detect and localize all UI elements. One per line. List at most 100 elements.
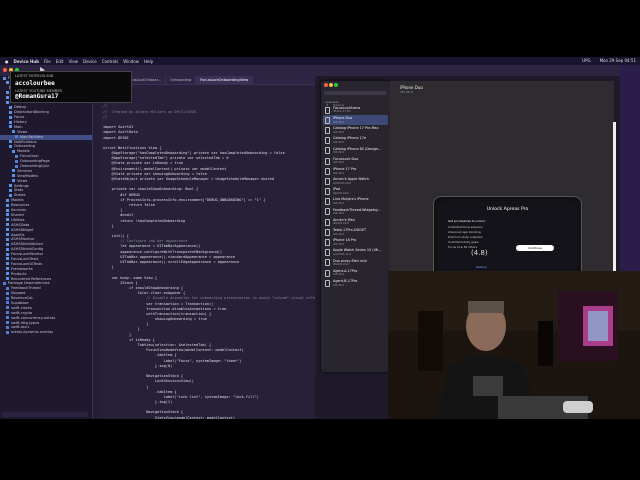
device-os: iOS 26.0 <box>333 202 345 206</box>
menu-help[interactable]: Help <box>144 59 153 64</box>
device-icon <box>325 177 330 185</box>
code-line[interactable]: // Disable animation for onboarding pres… <box>103 296 315 301</box>
navigator-item[interactable]: xctest-dynamic-overlay <box>0 330 92 335</box>
device-panel-zoom-button[interactable] <box>334 83 338 87</box>
menu-device[interactable]: Device <box>83 59 97 64</box>
device-list-item[interactable]: Catalog iPhone 17 Pro Max iOS 26.0 <box>323 125 388 135</box>
folder-icon <box>12 179 15 183</box>
navigator-filter-input[interactable] <box>2 412 88 417</box>
status-upg[interactable]: UPG <box>582 58 590 63</box>
device-icon <box>325 167 330 175</box>
folder-icon <box>9 105 12 109</box>
file-icon <box>3 281 6 285</box>
navigator-item-label: Resources <box>11 203 30 208</box>
device-icon <box>325 259 330 267</box>
navigator-item-label: Notifications <box>14 139 37 144</box>
navigator-item-label: Main <box>14 124 23 129</box>
device-os: iPhone 17 Pro <box>333 110 351 114</box>
menu-file[interactable]: File <box>44 59 51 64</box>
folder-icon <box>6 100 9 104</box>
code-line[interactable]: StatsView(modelContext: modelContext) <box>103 416 315 419</box>
navigator-item-label: swift-asn1 <box>11 325 30 330</box>
navigator-item-label: Views <box>17 129 28 134</box>
folder-icon <box>6 228 9 232</box>
device-list-item[interactable]: Catalog iPhone 8S (Design... iOS 26.0 <box>323 146 388 156</box>
menu-controls[interactable]: Controls <box>102 59 119 64</box>
device-icon <box>325 249 330 257</box>
navigator-item-label: ASHSWidget <box>11 227 34 232</box>
navigator-item-label: Views <box>17 178 28 183</box>
device-list-item[interactable]: Agent-A-17Pro iOS 26.0 <box>323 268 388 278</box>
device-list-item[interactable]: Duo proxy iPad mini iPadOS 26.0 <box>323 258 388 268</box>
device-list-item[interactable]: iPhone Duo iOS 26.0 <box>323 115 388 126</box>
navigator-item-label: swift-crypto <box>11 310 33 315</box>
device-icon <box>325 106 330 114</box>
close-window-button[interactable] <box>3 68 7 72</box>
overlay-member-value: @RomanGura17 <box>15 93 59 100</box>
device-list-item[interactable]: iPhone 16 Pro iOS 18.0 <box>323 237 388 247</box>
navigator-item-label: swift-http-types <box>11 320 40 325</box>
folder-icon <box>6 218 9 222</box>
device-os: iOS 26.0 <box>333 212 345 216</box>
folder-icon <box>3 76 6 80</box>
device-list-item[interactable]: FocusLock Duo iOS 26.0 <box>323 156 388 166</box>
device-search-input[interactable]: ⚲ Search <box>324 91 387 107</box>
device-list-item[interactable]: Testb-17Pro-DDGET iOS 26.0 <box>323 227 388 237</box>
device-list-item[interactable]: Aimen's Apple Watch watchOS 26.0 <box>323 176 388 186</box>
navigator-item-label: ASHSData <box>11 222 30 227</box>
folder-icon <box>6 242 9 246</box>
folder-icon <box>12 130 15 134</box>
device-list-item[interactable]: Aimen's iPad iPadOS 26.0 <box>323 217 388 227</box>
navigator-item-label: FocusLockUITests <box>11 261 43 266</box>
menu-edit[interactable]: Edit <box>56 59 64 64</box>
navigator-item-label: Package Dependencies <box>8 281 50 286</box>
navigator-item-label: Settings <box>14 183 29 188</box>
device-list-item[interactable]: Catalog iPhone 17e iOS 26.0 <box>323 136 388 146</box>
navigator-item-label: ASHSMonitor <box>11 237 35 242</box>
navigator-item-label: Focus <box>14 115 25 120</box>
device-panel-close-button[interactable] <box>324 83 328 87</box>
apple-menu-icon[interactable]: ● <box>5 59 9 64</box>
file-icon <box>6 296 9 300</box>
menu-clock[interactable]: Mon 29 Sep 04:51 <box>600 58 636 63</box>
device-icon <box>325 269 330 277</box>
navigator-item-label: OnboardingQuiz <box>20 164 50 169</box>
stream-overlay: LATEST PATREON SUB accolourbee LATEST YO… <box>10 71 132 103</box>
device-list-item[interactable]: iPad iPadOS 26.0 <box>323 187 388 197</box>
navigator-item-label: Debug <box>14 105 26 110</box>
menu-view[interactable]: View <box>69 59 79 64</box>
menu-window[interactable]: Window <box>123 59 139 64</box>
source-code[interactable]: //// AddDBSee//// Created by Alvaro Mulj… <box>103 94 315 419</box>
file-icon <box>15 154 18 158</box>
file-icon <box>6 325 9 329</box>
device-icon <box>325 137 330 145</box>
webcam-image <box>388 271 640 419</box>
rating-value: 4.8 <box>473 249 485 257</box>
menu-bar: ● Device Hub File Edit View Device Contr… <box>0 57 640 65</box>
navigator-item-label: Recovered References <box>11 276 52 281</box>
device-list-item[interactable]: iPhone 17 Pro iOS 26.0 <box>323 166 388 176</box>
device-list-item[interactable]: Lina Muljars's iPhone iOS 26.0 <box>323 197 388 207</box>
device-os: iOS 26.0 <box>333 151 345 155</box>
folder-icon <box>6 277 9 281</box>
device-list-item[interactable]: FocusLockArena iPhone 17 Pro <box>323 105 388 115</box>
navigator-item-label: MainTabView <box>20 134 44 139</box>
app-menu[interactable]: Device Hub <box>14 59 40 64</box>
device-list-item[interactable]: Apple Watch Series 10 (46... watchOS 11.0 <box>323 248 388 258</box>
device-list-item[interactable]: FeedbackThread-Widgetsy... iOS 26.0 <box>323 207 388 217</box>
folder-icon <box>12 174 15 178</box>
folder-icon <box>9 184 12 188</box>
device-panel-minimize-button[interactable] <box>329 83 333 87</box>
tab-focuslockonboardingview[interactable]: FocusLockOnboardingView <box>196 76 254 84</box>
folder-icon <box>6 96 9 100</box>
folder-icon <box>6 267 9 271</box>
device-list-item[interactable]: Agent-B-17Pro iOS 26.0 <box>323 278 388 288</box>
code-editor[interactable]: ROONGaba FocusLockOnboar... Onboarding F… <box>93 76 315 419</box>
restore-link[interactable]: Restore <box>476 265 487 269</box>
navigator-item-label: History <box>14 120 27 125</box>
preview-scrollbar[interactable] <box>613 122 616 272</box>
tab-onboarding[interactable]: Onboarding <box>166 76 197 84</box>
continue-button[interactable]: Continue <box>516 245 554 251</box>
device-icon <box>325 116 330 124</box>
device-icon <box>325 218 330 226</box>
